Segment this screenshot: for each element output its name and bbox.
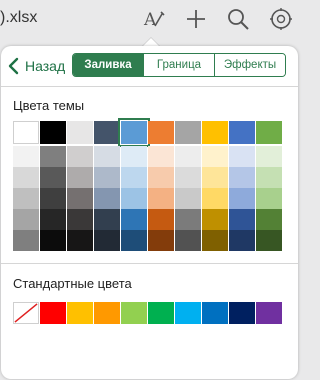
theme-color-swatch[interactable] xyxy=(94,188,120,209)
toolbar: ).xlsx A xyxy=(0,0,300,38)
theme-color-swatch[interactable] xyxy=(229,146,255,167)
theme-color-swatch[interactable] xyxy=(121,146,147,167)
theme-color-swatch[interactable] xyxy=(256,188,282,209)
theme-color-swatch[interactable] xyxy=(121,167,147,188)
format-icon[interactable]: A xyxy=(140,6,166,32)
format-popover: Назад Заливка Граница Эффекты Цвета темы… xyxy=(1,46,298,379)
theme-color-swatch[interactable] xyxy=(40,167,66,188)
theme-color-swatch[interactable] xyxy=(13,121,39,144)
fill-border-effects-tabs: Заливка Граница Эффекты xyxy=(72,53,286,77)
theme-color-swatch[interactable] xyxy=(67,121,93,144)
theme-color-swatch[interactable] xyxy=(148,188,174,209)
theme-color-swatch[interactable] xyxy=(94,230,120,251)
nav-divider xyxy=(1,86,298,87)
standard-color-swatch[interactable] xyxy=(148,302,174,324)
theme-color-swatch[interactable] xyxy=(40,188,66,209)
back-label: Назад xyxy=(25,58,66,74)
back-button[interactable]: Назад xyxy=(7,54,65,78)
theme-color-swatch[interactable] xyxy=(121,209,147,230)
standard-color-swatch[interactable] xyxy=(229,302,255,324)
standard-color-swatch[interactable] xyxy=(202,302,228,324)
theme-color-swatch[interactable] xyxy=(148,167,174,188)
theme-color-swatch[interactable] xyxy=(118,118,150,147)
theme-color-swatch[interactable] xyxy=(148,230,174,251)
theme-color-swatch[interactable] xyxy=(94,209,120,230)
theme-color-swatch[interactable] xyxy=(229,209,255,230)
theme-color-swatch[interactable] xyxy=(40,121,66,144)
standard-color-swatch[interactable] xyxy=(175,302,201,324)
theme-color-swatch[interactable] xyxy=(229,167,255,188)
theme-color-swatch[interactable] xyxy=(13,230,39,251)
theme-color-grid xyxy=(13,118,282,251)
tab-border[interactable]: Граница xyxy=(143,54,214,76)
section-divider xyxy=(1,263,298,264)
theme-color-swatch[interactable] xyxy=(202,209,228,230)
standard-color-swatch[interactable] xyxy=(256,302,282,324)
standard-color-swatch[interactable] xyxy=(40,302,66,324)
theme-color-swatch[interactable] xyxy=(148,209,174,230)
theme-color-swatch[interactable] xyxy=(202,230,228,251)
theme-color-swatch[interactable] xyxy=(121,230,147,251)
settings-icon[interactable] xyxy=(268,6,294,32)
theme-color-swatch[interactable] xyxy=(202,121,228,144)
theme-color-swatch[interactable] xyxy=(40,230,66,251)
theme-color-swatch[interactable] xyxy=(67,146,93,167)
theme-color-swatch[interactable] xyxy=(202,188,228,209)
theme-color-swatch[interactable] xyxy=(175,146,201,167)
theme-color-swatch[interactable] xyxy=(13,209,39,230)
theme-color-swatch[interactable] xyxy=(13,188,39,209)
theme-color-swatch[interactable] xyxy=(175,121,201,144)
theme-color-swatch[interactable] xyxy=(94,146,120,167)
standard-colors-title: Стандартные цвета xyxy=(13,276,132,291)
theme-color-swatch[interactable] xyxy=(175,230,201,251)
theme-color-swatch[interactable] xyxy=(148,146,174,167)
theme-color-swatch[interactable] xyxy=(175,167,201,188)
tab-effects[interactable]: Эффекты xyxy=(214,54,285,76)
chevron-left-icon xyxy=(8,57,19,75)
theme-color-swatch[interactable] xyxy=(94,121,120,144)
theme-color-swatch[interactable] xyxy=(94,167,120,188)
theme-color-swatch[interactable] xyxy=(67,209,93,230)
file-name: ).xlsx xyxy=(0,9,38,26)
theme-color-swatch[interactable] xyxy=(67,230,93,251)
theme-color-swatch[interactable] xyxy=(256,209,282,230)
theme-color-swatch[interactable] xyxy=(67,188,93,209)
theme-color-swatch[interactable] xyxy=(121,188,147,209)
theme-color-swatch[interactable] xyxy=(256,121,282,144)
standard-color-row xyxy=(13,302,282,324)
theme-color-swatch[interactable] xyxy=(40,146,66,167)
theme-color-swatch[interactable] xyxy=(202,146,228,167)
theme-color-swatch[interactable] xyxy=(175,188,201,209)
tab-fill[interactable]: Заливка xyxy=(73,54,143,76)
theme-color-swatch[interactable] xyxy=(202,167,228,188)
theme-color-swatch[interactable] xyxy=(256,230,282,251)
popover-nav: Назад Заливка Граница Эффекты xyxy=(1,46,298,86)
no-fill-swatch[interactable] xyxy=(13,302,39,324)
theme-color-swatch[interactable] xyxy=(256,146,282,167)
theme-color-swatch[interactable] xyxy=(148,121,174,144)
theme-color-swatch[interactable] xyxy=(229,188,255,209)
add-icon[interactable] xyxy=(183,6,209,32)
theme-color-swatch[interactable] xyxy=(67,167,93,188)
theme-color-swatch[interactable] xyxy=(175,209,201,230)
theme-color-swatch[interactable] xyxy=(13,167,39,188)
standard-color-swatch[interactable] xyxy=(67,302,93,324)
theme-color-swatch[interactable] xyxy=(13,146,39,167)
standard-color-swatch[interactable] xyxy=(121,302,147,324)
theme-color-swatch[interactable] xyxy=(229,230,255,251)
search-icon[interactable] xyxy=(225,6,251,32)
standard-color-swatch[interactable] xyxy=(94,302,120,324)
theme-color-swatch[interactable] xyxy=(40,209,66,230)
theme-color-swatch[interactable] xyxy=(229,121,255,144)
theme-color-swatch[interactable] xyxy=(256,167,282,188)
theme-colors-title: Цвета темы xyxy=(13,98,85,113)
svg-text:A: A xyxy=(143,10,157,30)
